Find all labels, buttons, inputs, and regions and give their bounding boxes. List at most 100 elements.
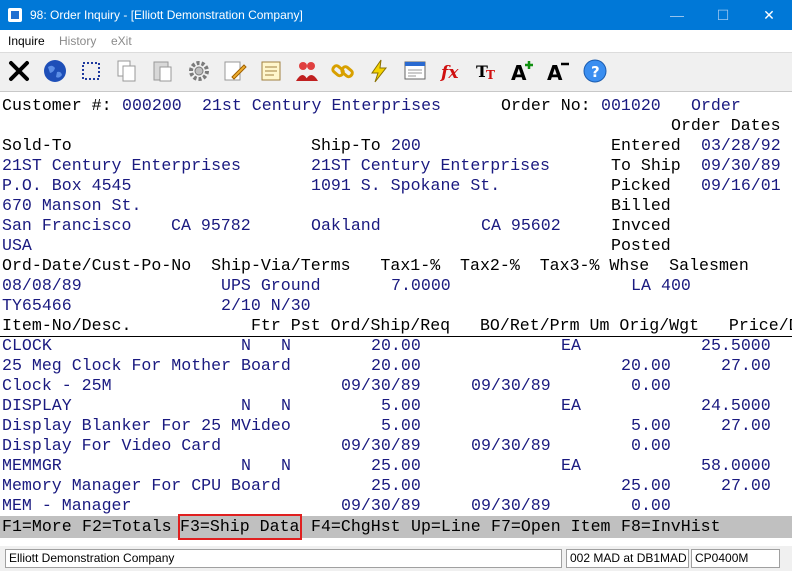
billed-label: Billed	[611, 196, 671, 215]
svg-text:A: A	[511, 61, 527, 84]
item-description2: MEM - Manager	[2, 496, 132, 515]
item-ordered: 25.00	[371, 456, 421, 475]
status-bar: Elliott Demonstration Company 002 MAD at…	[0, 546, 792, 571]
svg-text:?: ?	[591, 63, 600, 81]
item-promise-date: 09/30/89	[471, 496, 551, 515]
sold-to-country: USA	[2, 236, 32, 255]
ship-via: UPS Ground	[221, 276, 321, 295]
item-weight: 0.00	[631, 376, 671, 395]
item-description: Memory Manager For CPU Board	[2, 476, 281, 495]
order-info-headers: Ord-Date/Cust-Po-No Ship-Via/Terms Tax1-…	[2, 256, 749, 275]
item-price: 24.5000	[701, 396, 771, 415]
close-button[interactable]: ✕	[746, 0, 792, 30]
ship-to-code: 200	[391, 136, 421, 155]
item-um: EA	[561, 456, 581, 475]
edit-icon[interactable]	[220, 56, 250, 86]
sold-to-label: Sold-To	[2, 136, 72, 155]
f2-totals-button[interactable]: F2=Totals	[82, 516, 172, 538]
ship-to-address1: 1091 S. Spokane St.	[311, 176, 501, 195]
item-ftr: N	[241, 336, 251, 355]
item-original: 25.00	[621, 476, 671, 495]
sold-to-name: 21ST Century Enterprises	[2, 156, 241, 175]
users-icon[interactable]	[292, 56, 322, 86]
tax1-value: 7.0000	[391, 276, 451, 295]
to-ship-label: To Ship	[611, 156, 681, 175]
order-word: Order	[691, 96, 741, 115]
settings-icon[interactable]	[184, 56, 214, 86]
notes-icon[interactable]	[256, 56, 286, 86]
f1-more-button[interactable]: F1=More	[2, 516, 72, 538]
exit-icon[interactable]	[4, 56, 34, 86]
f4-change-history-button[interactable]: F4=ChgHst	[311, 516, 401, 538]
globe-icon[interactable]	[40, 56, 70, 86]
item-price: 25.5000	[701, 336, 771, 355]
link-icon[interactable]	[328, 56, 358, 86]
f3-ship-data-button[interactable]: F3=Ship Data	[178, 514, 302, 540]
fx-icon[interactable]: fx	[436, 56, 466, 86]
order-inquiry-screen: Customer #: 000200 21st Century Enterpri…	[0, 92, 792, 516]
to-ship-date: 09/30/89	[701, 156, 781, 175]
order-number: 001020	[601, 96, 661, 115]
picked-label: Picked	[611, 176, 671, 195]
sold-to-city: San Francisco	[2, 216, 132, 235]
entered-label: Entered	[611, 136, 681, 155]
item-ftr: N	[241, 456, 251, 475]
item-shipped: 20.00	[371, 356, 421, 375]
item-weight: 0.00	[631, 496, 671, 515]
font-icon[interactable]: TT	[472, 56, 502, 86]
order-number-label: Order No:	[501, 96, 591, 115]
maximize-button[interactable]: ☐	[700, 0, 746, 30]
items-header: Item-No/Desc. Ftr Pst Ord/Ship/Req BO/Re…	[2, 316, 792, 335]
item-discount: 27.00	[721, 476, 771, 495]
sold-to-state-zip: CA 95782	[171, 216, 251, 235]
paste-icon[interactable]	[148, 56, 178, 86]
customer-label: Customer #:	[2, 96, 112, 115]
ship-to-state-zip: CA 95602	[481, 216, 561, 235]
order-date: 08/08/89	[2, 276, 82, 295]
item-pst: N	[281, 456, 291, 475]
item-discount: 27.00	[721, 356, 771, 375]
sold-to-address2: 670 Manson St.	[2, 196, 142, 215]
item-original: 5.00	[631, 416, 671, 435]
terms: 2/10 N/30	[221, 296, 311, 315]
item-number[interactable]: CLOCK	[2, 336, 52, 356]
status-session: 002 MAD at DB1MAD	[566, 549, 689, 568]
toolbar: fx TT A A ?	[0, 52, 792, 92]
item-description: Display Blanker For 25 MVideo	[2, 416, 291, 435]
item-discount: 27.00	[721, 416, 771, 435]
up-line-button[interactable]: Up=Line	[411, 516, 481, 538]
font-decrease-icon[interactable]: A	[544, 56, 574, 86]
menu-inquire[interactable]: Inquire	[8, 34, 45, 48]
ship-to-name: 21ST Century Enterprises	[311, 156, 550, 175]
item-number[interactable]: DISPLAY	[2, 396, 72, 416]
copy-icon[interactable]	[112, 56, 142, 86]
item-description: 25 Meg Clock For Mother Board	[2, 356, 291, 375]
f8-invoice-history-button[interactable]: F8=InvHist	[621, 516, 721, 538]
item-description2: Clock - 25M	[2, 376, 112, 395]
item-ftr: N	[241, 396, 251, 415]
item-number[interactable]: MEMMGR	[2, 456, 62, 476]
entered-date: 03/28/92	[701, 136, 781, 155]
item-shipped: 5.00	[381, 416, 421, 435]
menu-history[interactable]: History	[59, 34, 96, 48]
lightning-icon[interactable]	[364, 56, 394, 86]
item-um: EA	[561, 396, 581, 415]
window-icon[interactable]	[400, 56, 430, 86]
item-ordered: 20.00	[371, 336, 421, 355]
f7-open-item-button[interactable]: F7=Open Item	[491, 516, 611, 538]
menu-exit[interactable]: eXit	[111, 34, 132, 48]
item-um: EA	[561, 336, 581, 355]
help-icon[interactable]: ?	[580, 56, 610, 86]
customer-number: 000200	[122, 96, 182, 115]
order-dates-label: Order Dates	[671, 116, 781, 135]
window-title: 98: Order Inquiry - [Elliott Demonstrati…	[30, 8, 303, 22]
item-pst: N	[281, 336, 291, 355]
svg-text:A: A	[547, 61, 563, 84]
item-price: 58.0000	[701, 456, 771, 475]
font-increase-icon[interactable]: A	[508, 56, 538, 86]
item-request-date: 09/30/89	[341, 376, 421, 395]
picked-date: 09/16/01	[701, 176, 781, 195]
minimize-button[interactable]: —	[654, 0, 700, 30]
select-icon[interactable]	[76, 56, 106, 86]
posted-label: Posted	[611, 236, 671, 255]
